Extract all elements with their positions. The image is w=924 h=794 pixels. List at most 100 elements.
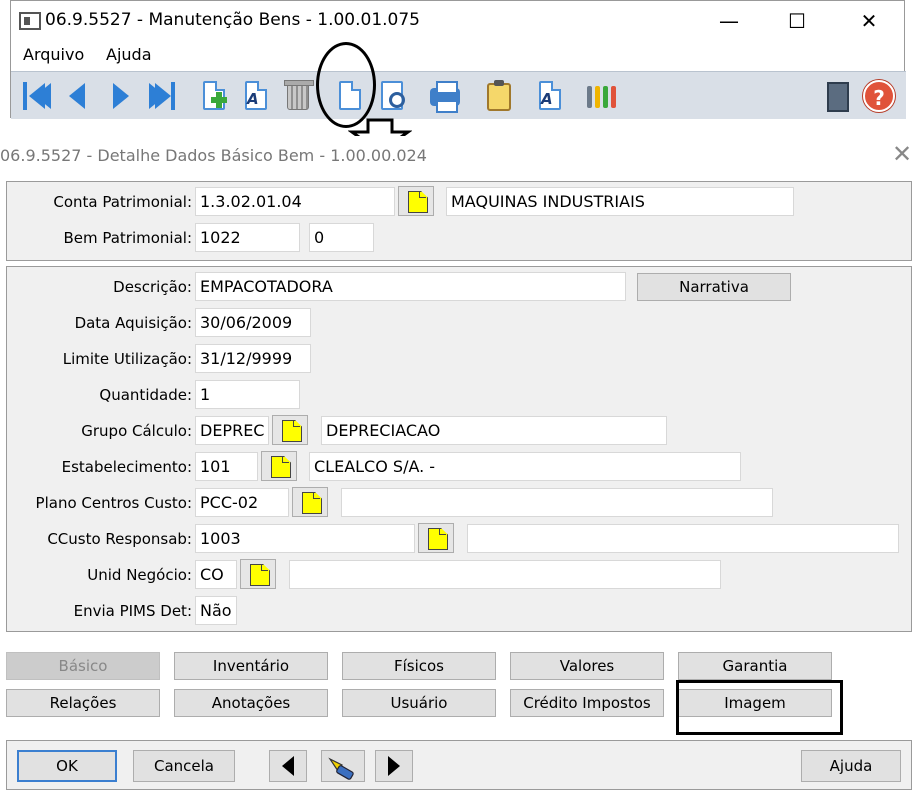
data-aquisicao-field[interactable]: 30/06/2009 [195,308,311,337]
new-record-button[interactable] [197,78,231,114]
grupo-calculo-field[interactable]: DEPREC [195,416,269,445]
clipboard-button[interactable] [481,78,515,114]
limite-label: Limite Utilização: [62,350,192,368]
bem-field[interactable]: 1022 [195,223,300,252]
tab-valores[interactable]: Valores [510,652,664,680]
columns-button[interactable] [585,78,619,114]
toolbar: A A ? [11,71,906,119]
zoom-icon [419,191,426,198]
tab-usuario[interactable]: Usuário [342,689,496,717]
previous-record-button[interactable] [59,78,93,114]
conta-description: MAQUINAS INDUSTRIAIS [446,187,794,216]
menu-ajuda[interactable]: Ajuda [106,45,152,64]
zoom-icon [282,456,289,463]
unid-negocio-field[interactable]: CO [195,560,237,589]
header-panel: Conta Patrimonial: 1.3.02.01.04 MAQUINAS… [6,181,912,261]
zoom-icon [313,492,320,499]
envia-pims-field[interactable]: Não [195,596,237,625]
previous-button[interactable] [269,750,307,782]
help-icon: ? [863,80,895,112]
ccusto-zoom-button[interactable] [418,523,454,553]
first-record-button[interactable] [17,78,51,114]
limite-field[interactable]: 31/12/9999 [195,344,311,373]
menu-bar: Arquivo Ajuda [11,41,906,71]
tab-fisicos[interactable]: Físicos [342,652,496,680]
plus-icon [211,92,227,108]
unid-negocio-label: Unid Negócio: [87,566,192,584]
first-icon [23,82,27,110]
help-button[interactable]: ? [861,78,895,114]
edit-text-button[interactable]: A [533,78,567,114]
estabelecimento-label: Estabelecimento: [61,458,192,476]
trash-icon [284,80,314,110]
envia-pims-label: Envia PIMS Det: [73,602,192,620]
estabelecimento-zoom-button[interactable] [261,451,297,481]
search-button[interactable] [375,78,409,114]
bem-seq-field[interactable]: 0 [309,223,374,252]
zoom-icon [439,528,446,535]
annotation-ellipse [316,42,376,128]
quantidade-field[interactable]: 1 [195,380,300,409]
next-button[interactable] [375,750,413,782]
conta-field[interactable]: 1.3.02.01.04 [195,187,395,216]
zoom-icon [293,420,300,427]
tab-basico[interactable]: Básico [6,652,160,680]
unid-description [289,560,721,589]
last-record-button[interactable] [143,78,177,114]
ccusto-field[interactable]: 1003 [195,524,415,553]
ok-button[interactable]: OK [17,750,117,782]
clipboard-icon [487,80,511,111]
maximize-button[interactable]: ☐ [777,7,817,35]
print-button[interactable] [427,78,461,114]
exit-door-icon [827,82,849,112]
triangle-left-icon [282,756,294,776]
conta-label: Conta Patrimonial: [53,193,192,211]
zoom-icon [261,564,268,571]
main-window: 06.9.5527 - Manutenção Bens - 1.00.01.07… [10,0,906,119]
ajuda-button[interactable]: Ajuda [801,750,901,782]
grupo-description: DEPRECIACAO [321,416,667,445]
data-aquisicao-label: Data Aquisição: [74,314,192,332]
quantidade-label: Quantidade: [99,386,192,404]
plano-zoom-button[interactable] [292,487,328,517]
printer-icon [430,81,460,113]
tab-garantia[interactable]: Garantia [678,652,832,680]
plano-centros-label: Plano Centros Custo: [35,494,192,512]
unid-zoom-button[interactable] [240,559,276,589]
narrativa-button[interactable]: Narrativa [637,273,791,301]
app-icon [19,12,41,30]
magnifier-icon [389,92,405,108]
bottom-panel: OK Cancela Ajuda [6,740,912,790]
next-record-button[interactable] [103,78,137,114]
grupo-zoom-button[interactable] [272,415,308,445]
triangle-right-icon [388,756,400,776]
minimize-button[interactable]: — [709,7,749,35]
tab-credito-impostos[interactable]: Crédito Impostos [510,689,664,717]
ccusto-label: CCusto Responsab: [47,530,192,548]
close-button[interactable]: ✕ [849,7,889,35]
ccusto-description [467,524,899,553]
descricao-label: Descrição: [113,278,192,296]
fields-panel: Descrição: EMPACOTADORA Narrativa Data A… [6,266,912,632]
menu-arquivo[interactable]: Arquivo [23,45,84,64]
tab-inventario[interactable]: Inventário [174,652,328,680]
detail-close-button[interactable]: ✕ [892,140,912,168]
estabelecimento-field[interactable]: 101 [195,452,258,481]
annotation-rectangle [676,680,843,735]
cancela-button[interactable]: Cancela [133,750,235,782]
edit-record-button[interactable]: A [239,78,273,114]
title-bar: 06.9.5527 - Manutenção Bens - 1.00.01.07… [11,1,906,41]
tab-relacoes[interactable]: Relações [6,689,160,717]
go-to-button[interactable] [321,750,365,782]
conta-zoom-button[interactable] [398,186,434,216]
detail-window-title: 06.9.5527 - Detalhe Dados Básico Bem - 1… [0,146,427,165]
bem-label: Bem Patrimonial: [63,229,192,247]
exit-button[interactable] [821,78,855,114]
delete-record-button[interactable] [281,78,315,114]
plano-centros-field[interactable]: PCC-02 [195,488,289,517]
columns-icon [587,86,592,108]
descricao-field[interactable]: EMPACOTADORA [195,272,626,301]
plano-description [341,488,773,517]
flashlight-icon [328,757,354,780]
tab-anotacoes[interactable]: Anotações [174,689,328,717]
